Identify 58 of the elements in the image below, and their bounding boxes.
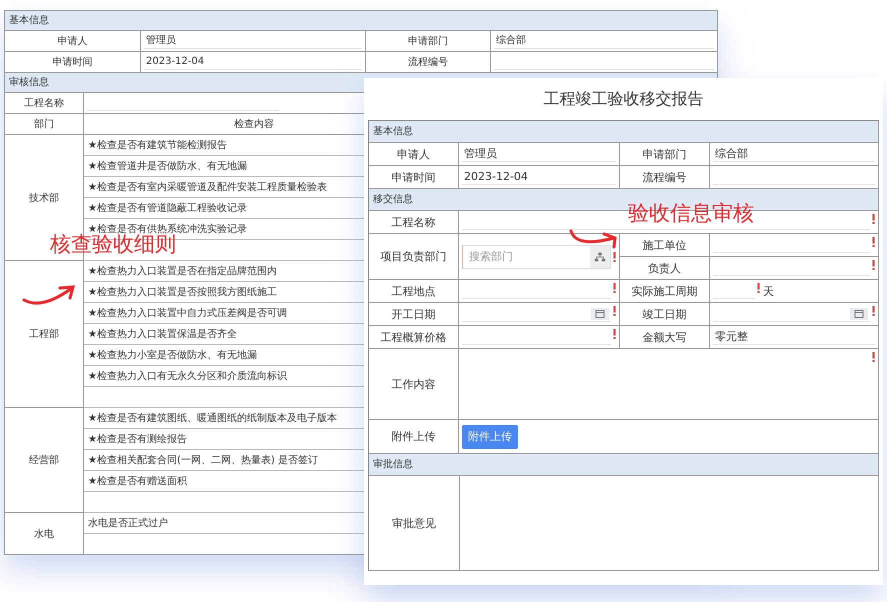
department-cell: 经营部: [5, 408, 84, 513]
check-item: ★检查是否有建筑节能检测报告: [88, 138, 227, 152]
column-header: 部门: [5, 114, 84, 135]
table-cell[interactable]: [460, 476, 879, 571]
table-cell[interactable]: [459, 349, 879, 420]
input-field[interactable]: 综合部: [494, 33, 714, 49]
check-item: ★检查相关配套合同(一网、二网、热量表) 是否签订: [88, 454, 318, 467]
check-item: ★检查是否有建筑图纸、暖通图纸的纸制版本及电子版本: [88, 412, 337, 425]
calendar-icon[interactable]: [850, 308, 868, 320]
calendar-icon[interactable]: [591, 308, 609, 320]
check-item: ★检查热力小室是否做防水、有无地漏: [88, 348, 257, 362]
field-label: 工程概算价格: [369, 326, 459, 349]
field-label: 工程地点: [369, 280, 459, 303]
column-header: 检查内容: [234, 118, 274, 131]
field-label: 工程名称: [369, 211, 459, 234]
field-label: 项目负责部门: [369, 234, 459, 280]
field-label: 负责人: [620, 257, 710, 280]
input-field[interactable]: 综合部: [713, 146, 875, 162]
check-item: ★检查热力入口装置是否按照我方图纸施工: [88, 286, 277, 299]
date-field[interactable]: [713, 306, 870, 322]
field-label: 竣工日期: [620, 303, 710, 326]
field-label: 申请部门: [620, 143, 710, 166]
check-item: ★检查是否有管道隐蔽工程验收记录: [88, 202, 247, 215]
department-cell: 水电: [5, 513, 84, 555]
check-item: ★检查是否有测绘报告: [88, 432, 187, 446]
department-cell: 工程部: [5, 261, 84, 408]
check-item: ★检查管道井是否做防水、有无地漏: [88, 160, 247, 173]
section-header: 审批信息: [369, 454, 879, 476]
check-item: ★检查是否有赠送面积: [88, 474, 187, 488]
input-field[interactable]: 2023-12-04: [462, 169, 616, 185]
check-item: ★检查是否有供热系统冲洗实验记录: [88, 222, 247, 235]
section-header: 基本信息: [369, 121, 879, 143]
field-label: 实际施工周期: [620, 280, 710, 303]
check-item: ★检查热力入口有无永久分区和介质流向标识: [88, 370, 287, 383]
unit-label: 天: [763, 284, 774, 298]
check-item: ★检查热力入口装置是否在指定品牌范围内: [88, 264, 277, 278]
field-label: 施工单位: [620, 234, 710, 257]
check-item: 水电是否正式过户: [88, 516, 168, 530]
field-label: 开工日期: [369, 303, 459, 326]
check-item: ★检查是否有室内采暖管道及配件安装工程质量检验表: [88, 180, 327, 194]
field-label: 申请人: [369, 143, 459, 166]
check-item: ★检查热力入口装置保温是否齐全: [88, 328, 237, 341]
field-label: 工程名称: [5, 93, 84, 114]
input-field[interactable]: 管理员: [144, 33, 362, 49]
placeholder-text: 搜索部门: [468, 249, 514, 264]
annotation-text: 核查验收细则: [50, 234, 176, 255]
field-label: 申请人: [5, 31, 141, 52]
org-chart-icon[interactable]: [590, 246, 610, 268]
input-field[interactable]: 2023-12-04: [144, 54, 362, 70]
field-label: 金额大写: [620, 326, 710, 349]
field-label: 申请部门: [366, 31, 491, 52]
input-field[interactable]: 零元整: [713, 329, 875, 345]
field-label: 工作内容: [369, 349, 459, 420]
field-label: 审批意见: [369, 476, 460, 571]
date-field[interactable]: [462, 306, 611, 322]
section-header: 基本信息: [5, 11, 718, 31]
check-item: ★检查热力入口装置中自力式压差阀是否可调: [88, 306, 287, 320]
input-field[interactable]: 管理员: [462, 146, 616, 162]
